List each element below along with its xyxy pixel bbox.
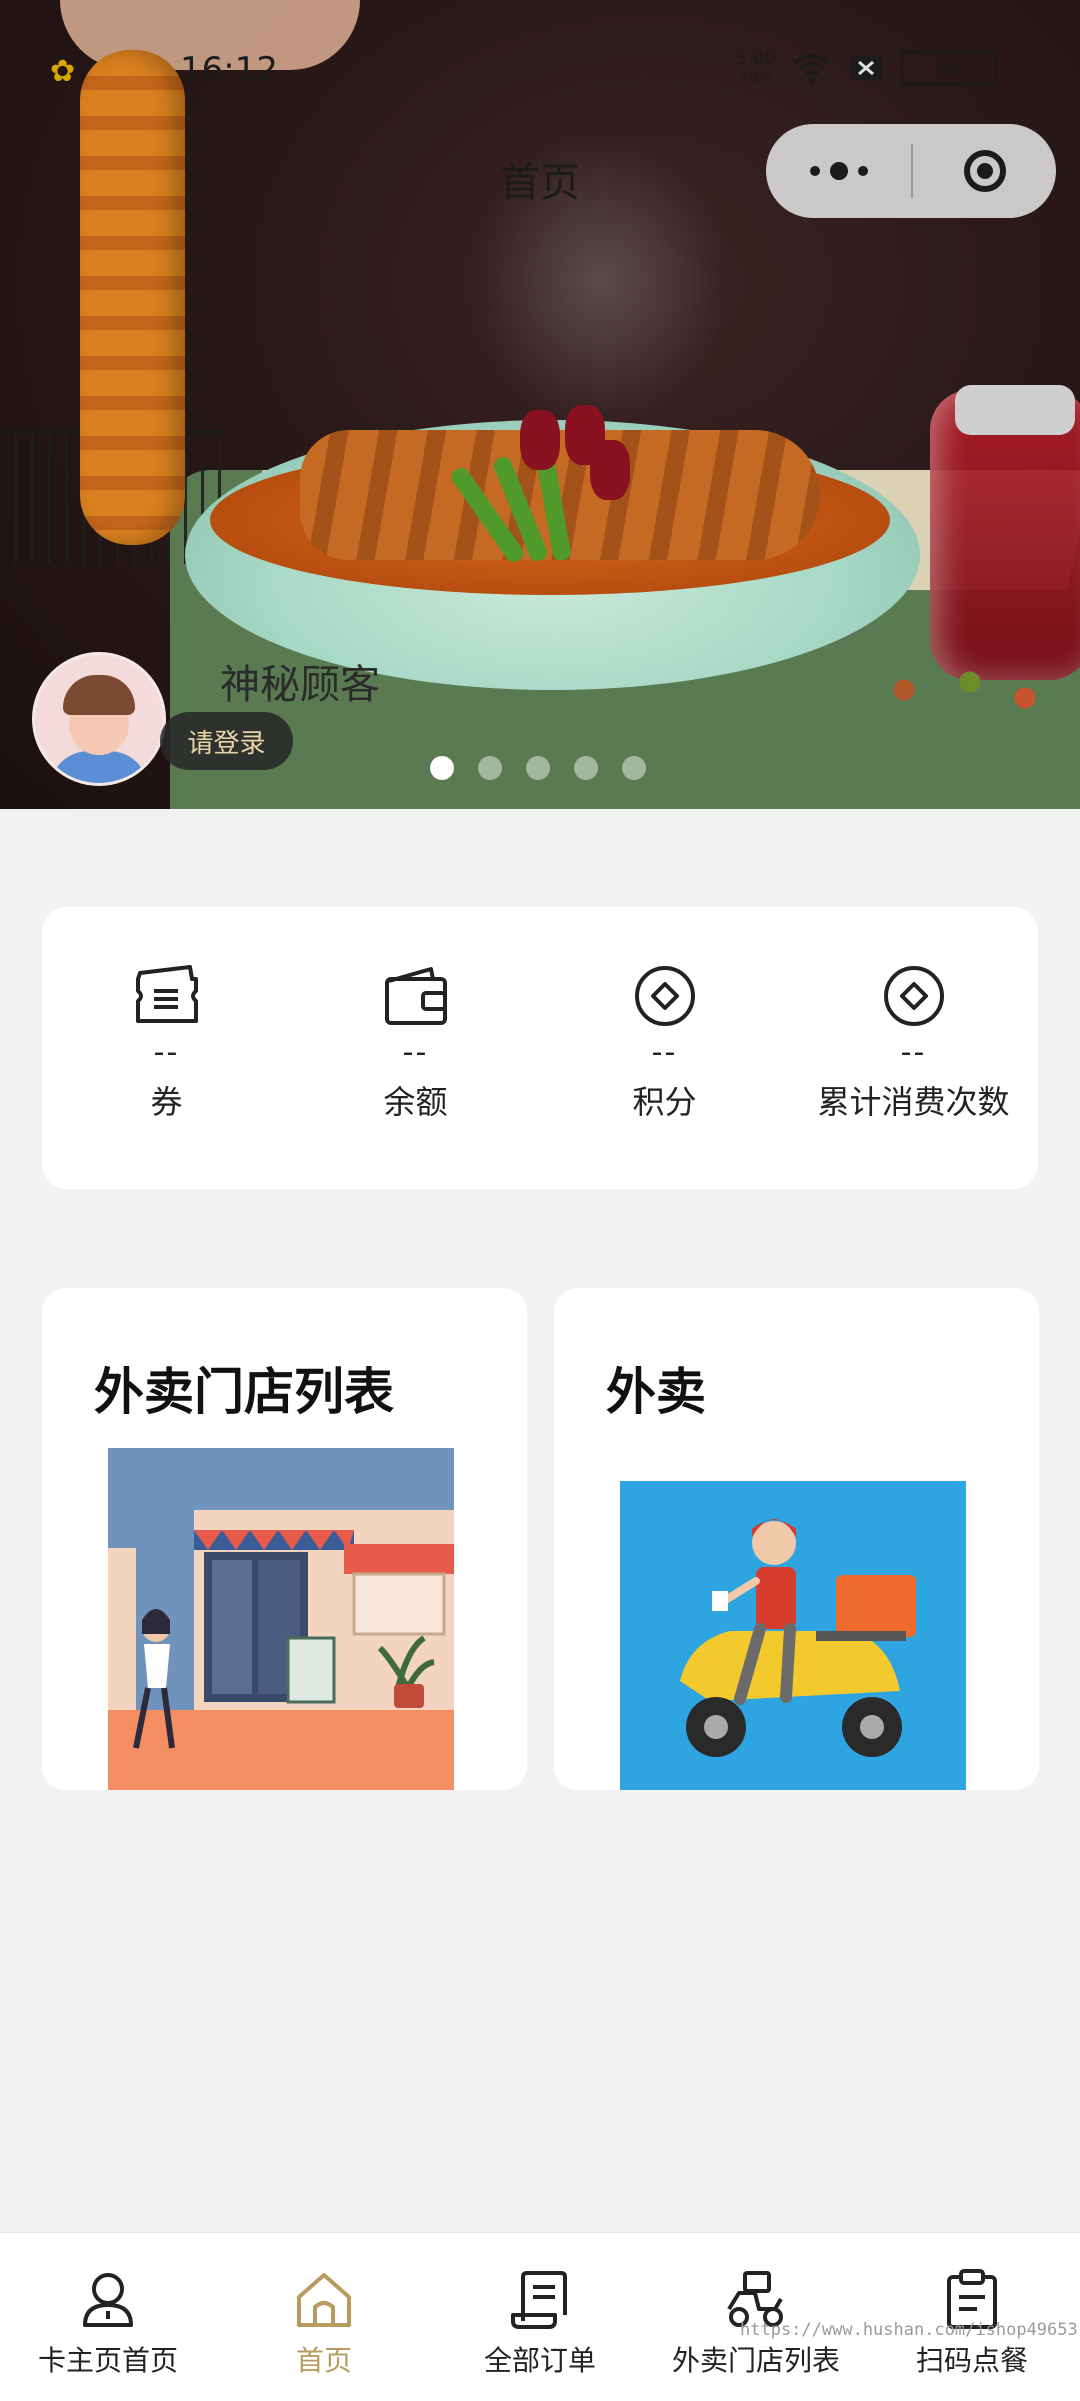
pagination-dot[interactable]: [622, 756, 646, 780]
stat-value: --: [153, 1035, 180, 1070]
pagination-dot[interactable]: [430, 756, 454, 780]
battery-indicator: 86: [900, 50, 998, 86]
stat-balance[interactable]: -- 余额: [291, 907, 540, 1189]
delivery-scooter-illustration: [620, 1481, 966, 1790]
tab-label: 首页: [295, 2344, 352, 2377]
stat-value: --: [402, 1035, 429, 1070]
more-button[interactable]: [766, 124, 911, 218]
network-speed: 5.00 KB/S: [735, 48, 776, 86]
guest-name: 神秘顾客: [220, 662, 380, 708]
user-icon: [83, 2273, 133, 2327]
app-logo-icon: ✿: [50, 54, 76, 89]
sim-off-icon: [850, 56, 882, 80]
tab-label: 全部订单: [483, 2344, 596, 2377]
card-title: 外卖: [606, 1363, 706, 1421]
banner-chili: [520, 410, 560, 470]
banner-fried-dough: [80, 50, 185, 545]
tab-scan-order[interactable]: 扫码点餐: [864, 2233, 1080, 2401]
points-icon: [634, 966, 695, 1026]
tab-label: 外卖门店列表: [671, 2344, 840, 2377]
wallet-icon: [384, 967, 447, 1025]
receipt-icon: [511, 2271, 567, 2329]
tab-all-orders[interactable]: 全部订单: [432, 2233, 648, 2401]
stat-label: 累计消费次数: [817, 1083, 1010, 1121]
hero-banner[interactable]: [0, 0, 1080, 809]
banner-jar-cap: [955, 385, 1075, 435]
login-button[interactable]: 请登录: [160, 712, 293, 770]
stat-label: 余额: [383, 1083, 448, 1121]
pagination-dot[interactable]: [526, 756, 550, 780]
member-stats-card: -- 券 -- 余额 -- 积分 -- 累计消费次数: [42, 907, 1038, 1189]
tab-home[interactable]: 首页: [216, 2233, 432, 2401]
tab-card-home[interactable]: 卡主页首页: [0, 2233, 216, 2401]
card-title: 外卖门店列表: [94, 1363, 394, 1421]
pagination-dot[interactable]: [478, 756, 502, 780]
tab-store-list[interactable]: 外卖门店列表: [648, 2233, 864, 2401]
bottom-tab-bar: 卡主页首页 首页 全部订单 外卖门店列表 扫码点餐: [0, 2232, 1080, 2401]
stat-points[interactable]: -- 积分: [540, 907, 789, 1189]
status-bar: ✿ 16:12 5.00 KB/S 86: [0, 44, 1080, 104]
stat-value: --: [900, 1035, 927, 1070]
watermark: https://www.hushan.com/ishop49653: [740, 2320, 1078, 2340]
status-time: 16:12: [180, 50, 278, 90]
stat-visit-count[interactable]: -- 累计消费次数: [789, 907, 1038, 1189]
storefront-illustration: [108, 1448, 454, 1790]
wifi-icon: [792, 54, 832, 83]
ticket-icon: [135, 965, 198, 1023]
pagination-dot[interactable]: [574, 756, 598, 780]
banner-nuts: [860, 650, 1080, 730]
tab-label: 扫码点餐: [915, 2344, 1028, 2377]
stat-coupons[interactable]: -- 券: [42, 907, 291, 1189]
banner-chili: [590, 440, 630, 500]
home-icon: [297, 2273, 351, 2327]
tab-label: 卡主页首页: [37, 2344, 178, 2377]
stat-value: --: [651, 1035, 678, 1070]
miniapp-capsule: [766, 124, 1056, 218]
banner-pagination: [430, 756, 646, 780]
close-miniapp-button[interactable]: [913, 124, 1056, 218]
points-icon: [883, 966, 944, 1026]
takeout-card[interactable]: 外卖: [554, 1288, 1039, 1790]
stat-label: 券: [150, 1083, 183, 1121]
target-icon: [963, 150, 1006, 192]
stat-label: 积分: [632, 1083, 697, 1121]
avatar[interactable]: [32, 652, 166, 786]
store-list-card[interactable]: 外卖门店列表: [42, 1288, 527, 1790]
